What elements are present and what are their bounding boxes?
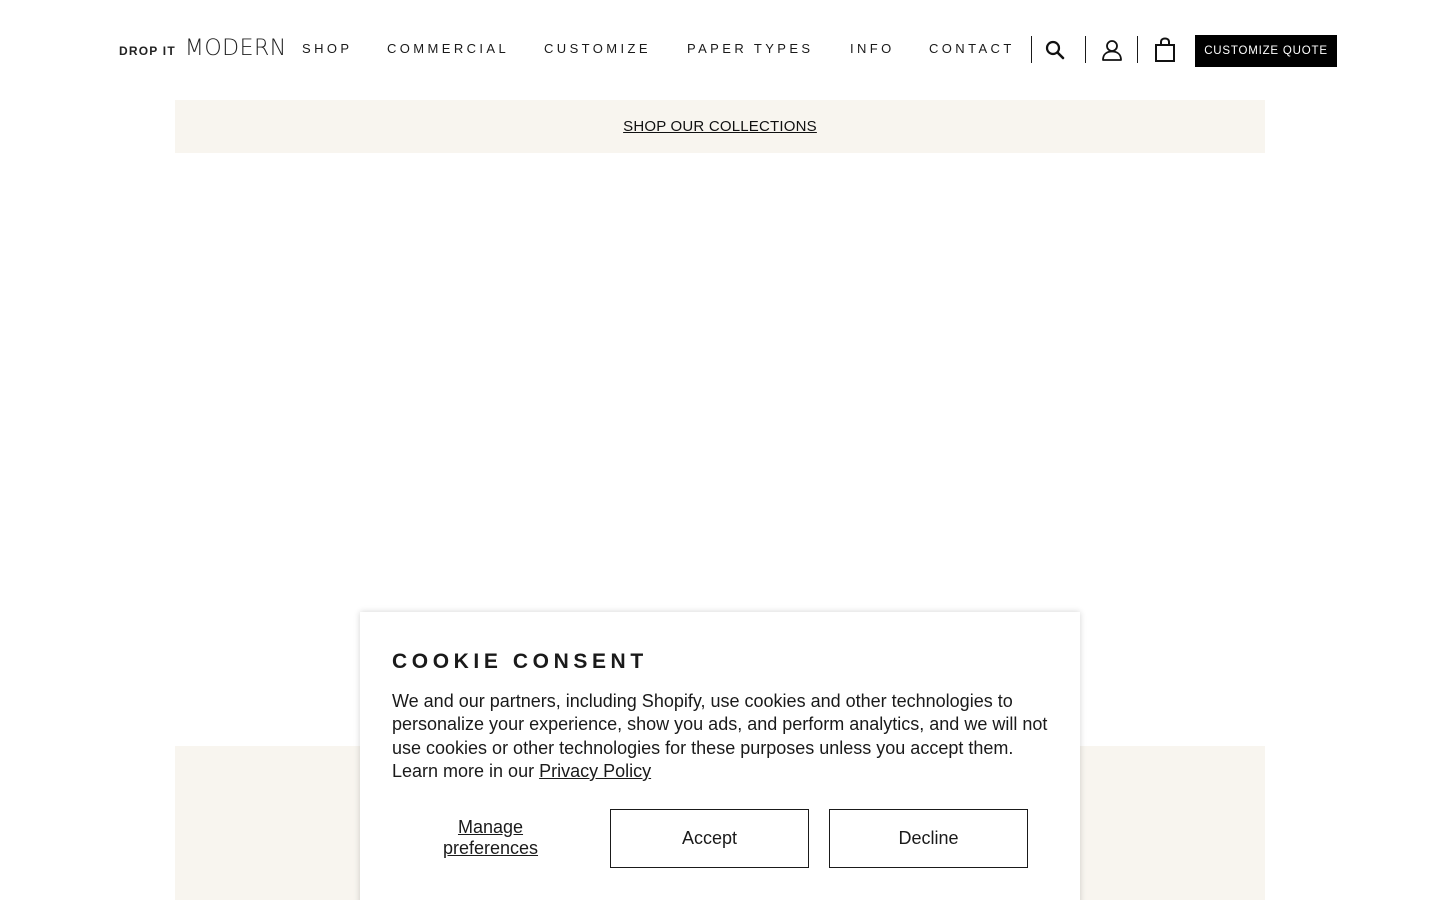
site-logo[interactable]: DROP IT MODERN: [119, 36, 287, 62]
search-icon: [1045, 40, 1065, 60]
header-divider: [1085, 36, 1086, 63]
account-icon: [1102, 40, 1122, 61]
customize-quote-button[interactable]: CUSTOMIZE QUOTE: [1195, 35, 1337, 67]
nav-info[interactable]: INFO: [850, 41, 895, 56]
search-button[interactable]: [1042, 36, 1068, 64]
header-divider: [1031, 36, 1032, 63]
logo-small-text: DROP IT: [119, 44, 176, 58]
account-button[interactable]: [1099, 36, 1125, 64]
nav-contact[interactable]: CONTACT: [929, 41, 1015, 56]
cookie-body-text: We and our partners, including Shopify, …: [392, 691, 1048, 781]
collections-banner: SHOP OUR COLLECTIONS: [175, 100, 1265, 153]
cart-button[interactable]: [1152, 36, 1178, 64]
accept-button[interactable]: Accept: [610, 809, 809, 868]
shop-collections-link[interactable]: SHOP OUR COLLECTIONS: [623, 118, 817, 135]
cookie-consent-dialog: COOKIE CONSENT We and our partners, incl…: [360, 612, 1080, 900]
header-divider: [1137, 36, 1138, 63]
site-header: DROP IT MODERN SHOP COMMERCIAL CUSTOMIZE…: [0, 0, 1440, 100]
decline-button[interactable]: Decline: [829, 809, 1028, 868]
nav-customize[interactable]: CUSTOMIZE: [544, 41, 651, 56]
logo-big-text: MODERN: [184, 36, 287, 61]
nav-shop[interactable]: SHOP: [302, 41, 352, 56]
nav-commercial[interactable]: COMMERCIAL: [387, 41, 509, 56]
shopping-bag-icon: [1155, 37, 1175, 62]
privacy-policy-link[interactable]: Privacy Policy: [539, 761, 651, 781]
nav-paper-types[interactable]: PAPER TYPES: [687, 41, 814, 56]
manage-preferences-link[interactable]: Manage preferences: [430, 817, 551, 859]
cookie-description: We and our partners, including Shopify, …: [392, 690, 1057, 783]
cookie-title: COOKIE CONSENT: [392, 650, 648, 673]
